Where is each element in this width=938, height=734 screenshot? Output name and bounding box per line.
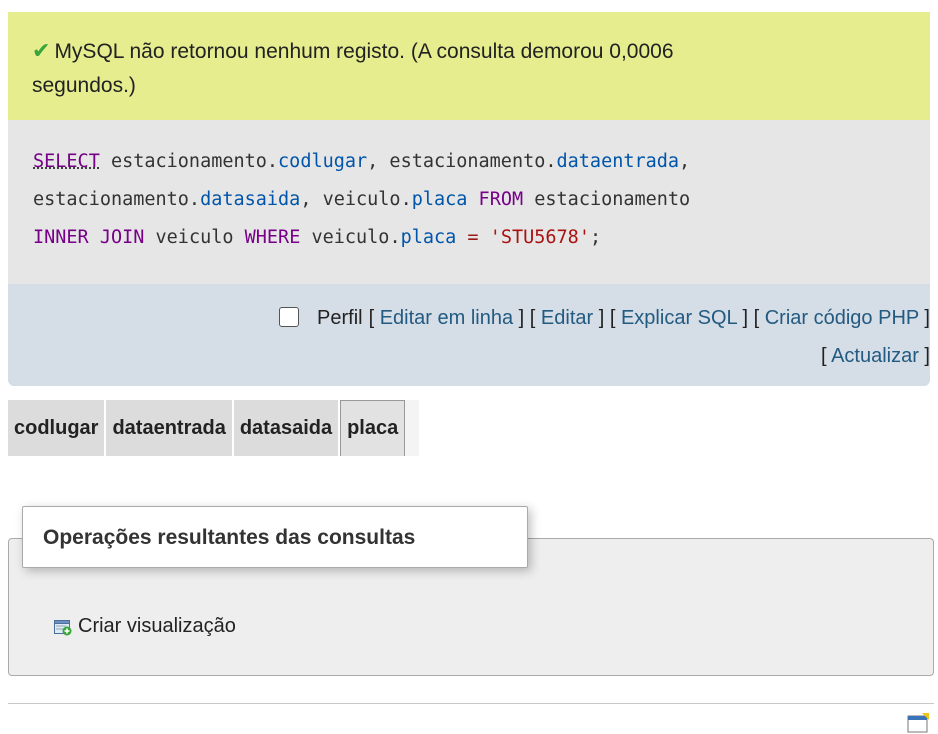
check-icon: ✔	[32, 38, 51, 63]
sql-text: ;	[589, 227, 602, 248]
success-text-line1: MySQL não retornou nenhum registo. (A co…	[54, 40, 674, 63]
sql-keyword: INNER JOIN	[33, 227, 145, 248]
console-toggle-icon[interactable]	[907, 713, 929, 733]
editar-em-linha-link[interactable]: Editar em linha	[380, 307, 513, 329]
sql-text: estacionamento	[523, 189, 691, 210]
sql-field: codlugar	[278, 151, 368, 172]
sql-text: estacionamento.	[99, 151, 279, 172]
header-spacer	[405, 400, 420, 456]
sql-keyword: FROM	[467, 189, 524, 210]
actions-line1: Perfil[ Editar em linha ] [ Editar ] [ E…	[8, 299, 930, 337]
criar-visualizacao-link[interactable]: Criar visualização	[54, 615, 236, 638]
sql-query-box: SELECT estacionamento.codlugar, estacion…	[8, 120, 930, 284]
criar-visualizacao-label: Criar visualização	[78, 615, 236, 637]
sql-field: placa	[411, 189, 468, 210]
explicar-sql-link[interactable]: Explicar SQL	[621, 307, 737, 329]
actualizar-link[interactable]: Actualizar	[831, 345, 919, 367]
perfil-checkbox[interactable]	[279, 307, 300, 327]
sql-field: datasaida	[200, 189, 301, 210]
column-header-placa[interactable]: placa	[340, 400, 406, 456]
create-view-icon	[54, 619, 72, 635]
actions-line2: [ Actualizar ]	[821, 345, 930, 367]
sql-select-keyword[interactable]: SELECT	[33, 151, 100, 172]
divider	[8, 703, 934, 704]
success-message: ✔ MySQL não retornou nenhum registo. (A c…	[8, 12, 930, 120]
sql-string: 'STU5678'	[489, 227, 590, 248]
sql-operator: =	[456, 227, 490, 248]
sql-field: dataentrada	[556, 151, 680, 172]
perfil-label[interactable]: Perfil	[317, 307, 363, 329]
results-table-header: codlugar dataentrada datasaida placa	[8, 400, 420, 456]
criar-codigo-php-link[interactable]: Criar código PHP	[765, 307, 919, 329]
sql-keyword: WHERE	[244, 227, 301, 248]
sql-text: veiculo	[144, 227, 245, 248]
operations-legend: Operações resultantes das consultas	[22, 506, 528, 568]
editar-link[interactable]: Editar	[541, 307, 593, 329]
sql-text: estacionamento.	[33, 189, 201, 210]
column-header-dataentrada[interactable]: dataentrada	[106, 400, 234, 456]
phpmyadmin-result-page: ✔ MySQL não retornou nenhum registo. (A c…	[0, 0, 938, 734]
success-text-line2: segundos.)	[32, 74, 136, 97]
column-header-codlugar[interactable]: codlugar	[8, 400, 107, 456]
query-actions-bar: Perfil[ Editar em linha ] [ Editar ] [ E…	[8, 284, 930, 386]
sql-text: , veiculo.	[300, 189, 412, 210]
sql-text: veiculo.	[300, 227, 401, 248]
column-header-datasaida[interactable]: datasaida	[233, 400, 341, 456]
sql-field: placa	[400, 227, 457, 248]
sql-text: , estacionamento.	[367, 151, 557, 172]
sql-text: ,	[679, 151, 691, 172]
